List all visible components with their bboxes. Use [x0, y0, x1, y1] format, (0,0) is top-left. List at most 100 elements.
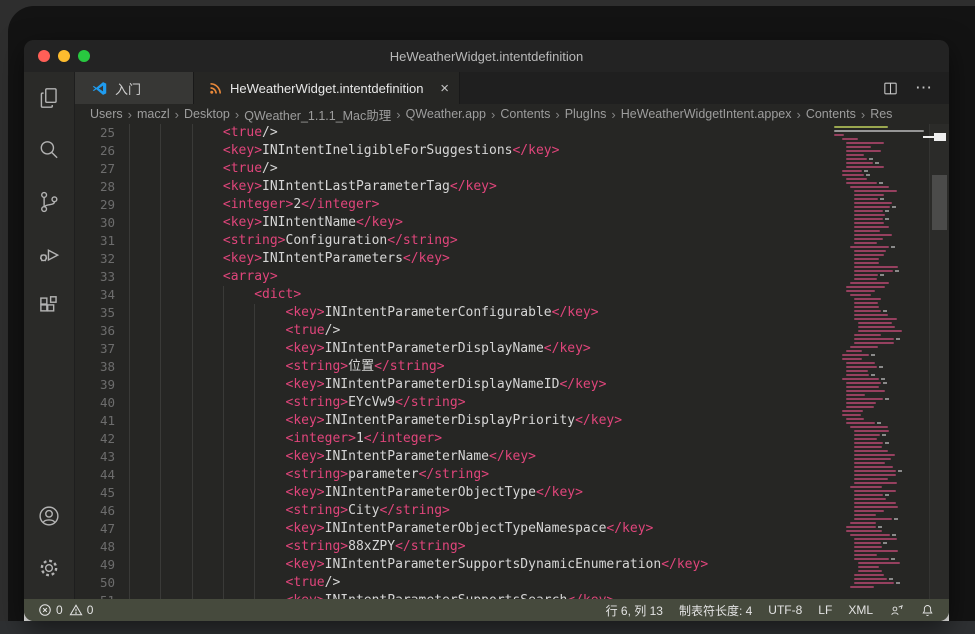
code-line[interactable]: 29<integer>2</integer> [75, 196, 949, 214]
indent-guide [254, 322, 255, 340]
indent-guide [192, 466, 193, 484]
editor[interactable]: 25<true/>26<key>INIntentIneligibleForSug… [75, 124, 949, 599]
minimap-line [846, 418, 864, 420]
problems-warnings[interactable]: 0 [69, 603, 94, 617]
line-number: 44 [75, 466, 115, 484]
source-control-icon[interactable] [24, 176, 75, 228]
indent-guide [192, 268, 193, 286]
code-line[interactable]: 34<dict> [75, 286, 949, 304]
explorer-icon[interactable] [24, 72, 75, 124]
code-line[interactable]: 40<string>EYcVw9</string> [75, 394, 949, 412]
accounts-icon[interactable] [24, 490, 75, 542]
breadcrumb-item[interactable]: QWeather.app [406, 107, 486, 121]
search-icon[interactable] [24, 124, 75, 176]
breadcrumb-item[interactable]: Users [90, 107, 123, 121]
code-line[interactable]: 46<string>City</string> [75, 502, 949, 520]
code-line[interactable]: 33<array> [75, 268, 949, 286]
code-line[interactable]: 39<key>INIntentParameterDisplayNameID</k… [75, 376, 949, 394]
code-line[interactable]: 50<true/> [75, 574, 949, 592]
tab-intentdefinition[interactable]: HeWeatherWidget.intentdefinition × [193, 72, 460, 104]
breadcrumb-item[interactable]: QWeather_1.1.1_Mac助理 [244, 105, 391, 124]
minimap-line [854, 446, 882, 448]
feedback-icon[interactable] [889, 603, 904, 618]
minimap-line [846, 382, 881, 384]
encoding[interactable]: UTF-8 [768, 603, 802, 617]
indent-guide [129, 520, 130, 538]
error-icon [38, 603, 52, 617]
breadcrumb-item[interactable]: Desktop [184, 107, 230, 121]
more-actions-icon[interactable]: ⋯ [915, 78, 933, 98]
code-line[interactable]: 38<string>位置</string> [75, 358, 949, 376]
close-window-button[interactable] [38, 50, 50, 62]
indent-guide [223, 304, 224, 322]
code-line[interactable]: 45<key>INIntentParameterObjectType</key> [75, 484, 949, 502]
run-debug-icon[interactable] [24, 228, 75, 280]
code-line[interactable]: 42<integer>1</integer> [75, 430, 949, 448]
zoom-window-button[interactable] [78, 50, 90, 62]
breadcrumb-item[interactable]: PlugIns [565, 107, 607, 121]
code-line[interactable]: 30<key>INIntentName</key> [75, 214, 949, 232]
breadcrumb-item[interactable]: maczl [137, 107, 170, 121]
xml-text-token: INIntentParameterDisplayName [325, 341, 544, 356]
minimap-line [846, 350, 862, 352]
breadcrumb-item[interactable]: Contents [500, 107, 550, 121]
code-line[interactable]: 51<key>INIntentParameterSupportsSearch</… [75, 592, 949, 599]
code-line[interactable]: 31<string>Configuration</string> [75, 232, 949, 250]
code-line[interactable]: 32<key>INIntentParameters</key> [75, 250, 949, 268]
indent-guide [129, 196, 130, 214]
xml-tag-token: </string> [395, 395, 465, 410]
code-line[interactable]: 27<true/> [75, 160, 949, 178]
bell-icon[interactable] [920, 603, 935, 618]
split-editor-icon[interactable] [882, 80, 899, 97]
xml-tag-token: </string> [374, 359, 444, 374]
scrollbar[interactable] [929, 124, 949, 599]
code-line[interactable]: 25<true/> [75, 124, 949, 142]
indent-guide [160, 160, 161, 178]
scrollbar-thumb[interactable] [932, 175, 947, 230]
minimap-line [858, 326, 895, 328]
cursor-position[interactable]: 行 6, 列 13 [606, 602, 663, 619]
minimap-line [858, 566, 879, 568]
line-number: 40 [75, 394, 115, 412]
indent-guide [192, 520, 193, 538]
problems-errors[interactable]: 0 [38, 603, 63, 617]
indent-guide [129, 574, 130, 592]
breadcrumb[interactable]: Users›maczl›Desktop›QWeather_1.1.1_Mac助理… [75, 104, 949, 124]
minimap-line [854, 206, 890, 208]
eol-sequence[interactable]: LF [818, 603, 832, 617]
xml-tag-token: </key> [567, 593, 614, 599]
minimap-line [854, 306, 879, 308]
tab-getting-started[interactable]: 入门 [75, 72, 193, 104]
breadcrumb-item[interactable]: HeWeatherWidgetIntent.appex [621, 107, 792, 121]
code-line[interactable]: 47<key>INIntentParameterObjectTypeNamesp… [75, 520, 949, 538]
language-mode[interactable]: XML [848, 603, 873, 617]
code-line[interactable]: 35<key>INIntentParameterConfigurable</ke… [75, 304, 949, 322]
minimap-line [854, 218, 883, 220]
close-tab-icon[interactable]: × [440, 81, 449, 96]
code-line[interactable]: 44<string>parameter</string> [75, 466, 949, 484]
code-area[interactable]: 25<true/>26<key>INIntentIneligibleForSug… [75, 124, 949, 599]
extensions-icon[interactable] [24, 280, 75, 332]
indentation[interactable]: 制表符长度: 4 [679, 602, 752, 619]
window-controls [38, 40, 90, 72]
code-line[interactable]: 49<key>INIntentParameterSupportsDynamicE… [75, 556, 949, 574]
breadcrumb-item[interactable]: Contents [806, 107, 856, 121]
minimize-window-button[interactable] [58, 50, 70, 62]
indent-guide [160, 484, 161, 502]
breadcrumb-item[interactable]: Res [870, 107, 892, 121]
indent-guide [254, 304, 255, 322]
code-line[interactable]: 37<key>INIntentParameterDisplayName</key… [75, 340, 949, 358]
code-line[interactable]: 43<key>INIntentParameterName</key> [75, 448, 949, 466]
code-line[interactable]: 48<string>88xZPY</string> [75, 538, 949, 556]
code-line[interactable]: 36<true/> [75, 322, 949, 340]
minimap-line [854, 270, 893, 272]
code-line[interactable]: 41<key>INIntentParameterDisplayPriority<… [75, 412, 949, 430]
titlebar[interactable]: HeWeatherWidget.intentdefinition [24, 40, 949, 72]
settings-gear-icon[interactable] [24, 542, 75, 594]
minimap[interactable] [834, 124, 930, 599]
xml-tag-token: </key> [403, 251, 450, 266]
code-line[interactable]: 26<key>INIntentIneligibleForSuggestions<… [75, 142, 949, 160]
breadcrumb-separator: › [128, 107, 132, 122]
code-line[interactable]: 28<key>INIntentLastParameterTag</key> [75, 178, 949, 196]
indent-guide [160, 286, 161, 304]
